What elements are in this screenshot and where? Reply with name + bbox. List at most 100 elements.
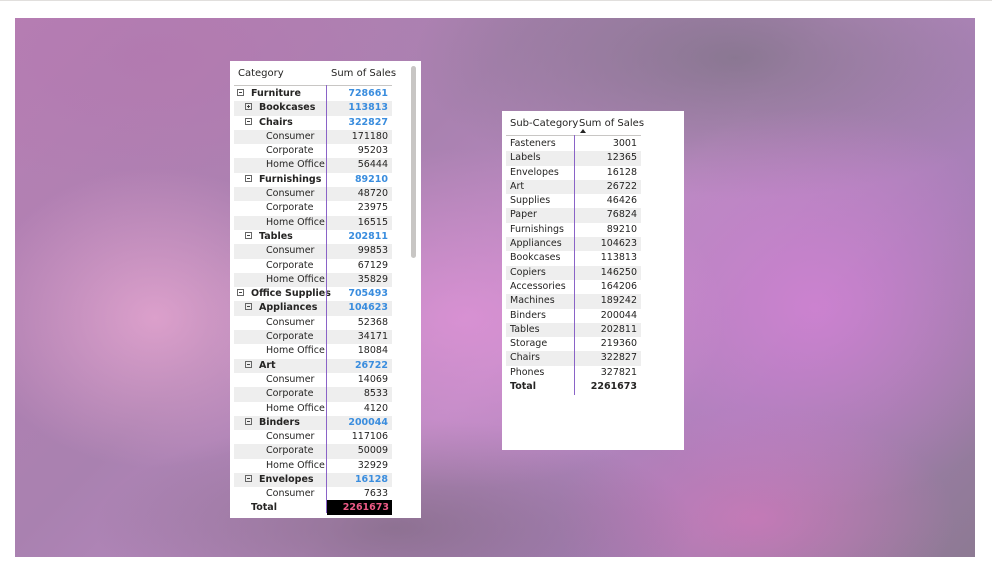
subcategory-table-visual[interactable]: Sub-Category Sum of Sales Fasteners 3001 L… (502, 111, 684, 450)
matrix-row[interactable]: Corporate 34171 (234, 330, 392, 345)
matrix-total-cell[interactable]: 2261673 (327, 500, 392, 515)
matrix-header-category[interactable]: Category (238, 68, 284, 79)
expand-plus-icon[interactable] (245, 103, 252, 111)
table-row-label: Machines (510, 295, 555, 307)
matrix-row[interactable]: Chairs 322827 (234, 116, 392, 130)
table-row-label: Fasteners (510, 138, 556, 149)
matrix-row[interactable]: Consumer 99853 (234, 244, 392, 259)
matrix-column-divider (326, 85, 327, 513)
collapse-minus-icon[interactable] (245, 117, 252, 125)
matrix-row[interactable]: Furnishings 89210 (234, 173, 392, 187)
matrix-row-label: Office Supplies (251, 288, 331, 300)
table-row-value: 219360 (600, 338, 637, 350)
matrix-row-value: 95203 (357, 145, 388, 157)
matrix-row[interactable]: Corporate 67129 (234, 259, 392, 273)
report-canvas: Category Sum of Sales Furniture 728661 Boo… (15, 18, 975, 557)
matrix-row-value: 52368 (357, 316, 388, 328)
matrix-row-label: Consumer (266, 316, 315, 328)
matrix-row[interactable]: Corporate 95203 (234, 144, 392, 158)
table-row-value: 26722 (606, 180, 637, 192)
matrix-row[interactable]: Bookcases 113813 (234, 101, 392, 116)
matrix-row[interactable]: Envelopes 16128 (234, 473, 392, 488)
matrix-row[interactable]: Home Office 35829 (234, 272, 392, 288)
matrix-row-label: Home Office (266, 273, 325, 285)
matrix-row[interactable]: Home Office 32929 (234, 459, 392, 473)
collapse-minus-icon[interactable] (245, 417, 252, 425)
collapse-minus-icon[interactable] (245, 475, 252, 483)
matrix-row[interactable]: Art 26722 (234, 358, 392, 373)
collapse-minus-icon[interactable] (237, 289, 244, 297)
matrix-row-value: 200044 (348, 416, 388, 428)
matrix-row[interactable]: Consumer 14069 (234, 373, 392, 387)
matrix-row[interactable]: Home Office 56444 (234, 158, 392, 173)
matrix-row[interactable]: Home Office 18084 (234, 344, 392, 358)
matrix-row-value: 202811 (348, 230, 388, 242)
table-row-label: Binders (510, 309, 546, 321)
matrix-row[interactable]: Consumer 48720 (234, 187, 392, 202)
matrix-row-value: 32929 (357, 459, 388, 471)
matrix-row-value: 117106 (351, 431, 388, 443)
matrix-row[interactable]: Corporate 50009 (234, 444, 392, 459)
matrix-row-value: 67129 (357, 259, 388, 271)
matrix-row-label: Corporate (266, 145, 314, 157)
table-row-label: Envelopes (510, 166, 559, 178)
matrix-row-value: 113813 (348, 102, 388, 114)
matrix-row-label: Corporate (266, 331, 314, 343)
table-row-label: Art (510, 180, 525, 192)
table-row-label: Furnishings (510, 223, 564, 235)
matrix-row-value: 14069 (357, 373, 388, 385)
matrix-row[interactable]: Tables 202811 (234, 230, 392, 244)
matrix-header-value[interactable]: Sum of Sales (331, 68, 396, 79)
table-row-value: 89210 (606, 223, 637, 235)
table-row-value: 16128 (606, 166, 637, 178)
matrix-row-label: Chairs (259, 116, 293, 128)
matrix-row-value: 16515 (357, 216, 388, 228)
collapse-minus-icon[interactable] (245, 174, 252, 182)
matrix-row-label: Consumer (266, 373, 315, 385)
matrix-total-label: Total (251, 502, 277, 513)
matrix-row[interactable]: Corporate 23975 (234, 201, 392, 215)
matrix-row-value: 34171 (357, 331, 388, 343)
matrix-row-label: Home Office (266, 345, 325, 357)
table-row-label: Bookcases (510, 252, 561, 264)
matrix-row-label: Home Office (266, 459, 325, 471)
matrix-row[interactable]: Corporate 8533 (234, 387, 392, 402)
matrix-row[interactable]: Office Supplies 705493 (234, 287, 392, 301)
table-total-value: 2261673 (590, 381, 637, 393)
matrix-row-value: 728661 (348, 88, 388, 99)
collapse-minus-icon[interactable] (245, 231, 252, 239)
matrix-row-value: 48720 (357, 188, 388, 200)
matrix-row-label: Consumer (266, 488, 315, 500)
matrix-row-value: 104623 (348, 302, 388, 314)
sort-ascending-icon[interactable] (580, 129, 586, 133)
matrix-rows: Furniture 728661 Bookcases 113813 Chairs 3228… (234, 87, 392, 502)
matrix-scrollbar[interactable] (411, 66, 416, 258)
matrix-row[interactable]: Consumer 117106 (234, 430, 392, 444)
matrix-row[interactable]: Home Office 16515 (234, 215, 392, 230)
collapse-minus-icon[interactable] (245, 360, 252, 368)
matrix-row[interactable]: Home Office 4120 (234, 402, 392, 416)
matrix-row[interactable]: Binders 200044 (234, 415, 392, 431)
matrix-row[interactable]: Consumer 52368 (234, 316, 392, 330)
matrix-total-value: 2261673 (342, 502, 389, 513)
matrix-row-value: 26722 (354, 359, 388, 371)
matrix-row[interactable]: Appliances 104623 (234, 301, 392, 316)
table-header-value[interactable]: Sum of Sales (579, 118, 644, 129)
matrix-row-label: Consumer (266, 188, 315, 200)
table-row-value: 12365 (606, 152, 637, 164)
matrix-row-label: Corporate (266, 202, 314, 214)
table-row-value: 76824 (606, 209, 637, 221)
table-header-subcategory[interactable]: Sub-Category (510, 118, 578, 129)
matrix-visual[interactable]: Category Sum of Sales Furniture 728661 Boo… (230, 61, 421, 518)
matrix-row[interactable]: Consumer 171180 (234, 129, 392, 145)
table-total-label: Total (510, 381, 536, 393)
table-row-value: 322827 (600, 352, 637, 364)
matrix-header-divider (234, 85, 392, 86)
matrix-row-value: 35829 (357, 273, 388, 285)
matrix-row[interactable]: Furniture 728661 (234, 87, 392, 101)
matrix-row-value: 56444 (357, 159, 388, 171)
matrix-row-value: 705493 (348, 288, 388, 300)
collapse-minus-icon[interactable] (237, 89, 244, 96)
collapse-minus-icon[interactable] (245, 303, 252, 311)
table-row-value: 104623 (600, 238, 637, 250)
